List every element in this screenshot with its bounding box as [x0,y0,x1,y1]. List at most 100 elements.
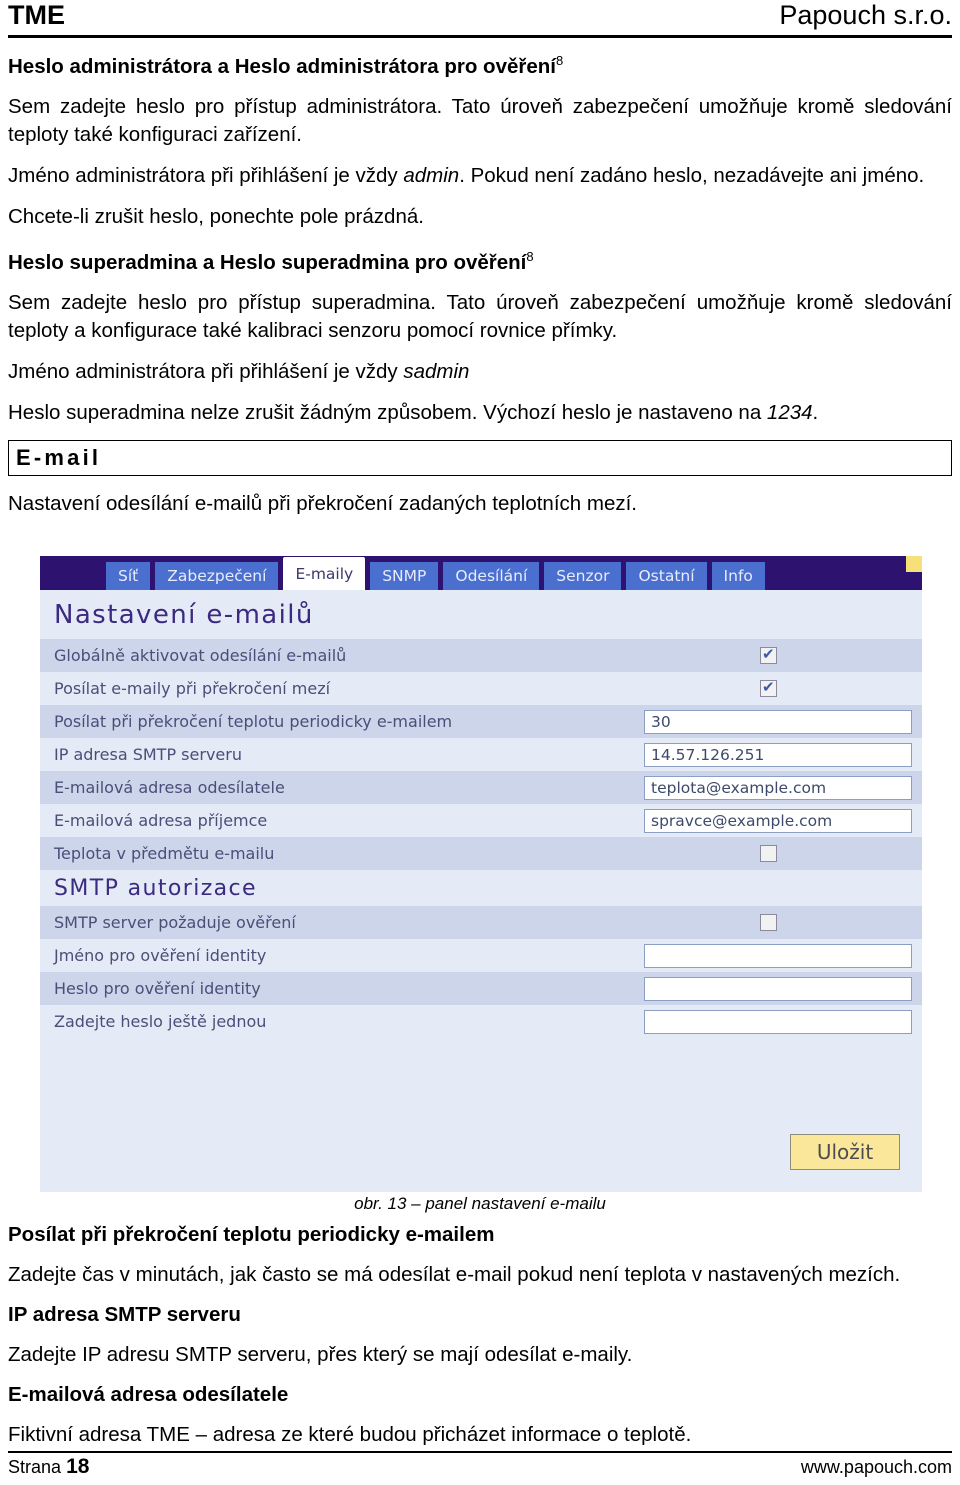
row-control [644,943,914,968]
row-temp-in-subject: Teplota v předmětu e-mailu [40,837,922,870]
tab-zabezpeceni[interactable]: Zabezpečení [155,562,279,590]
heading-superadmin-conj: a [197,250,220,274]
paragraph-smtp-ip: Zadejte IP adresu SMTP serveru, přes kte… [8,1343,633,1366]
page-word: Strana [8,1457,62,1477]
row-global-enable: Globálně aktivovat odesílání e-mailů [40,639,922,672]
superadmin-username-value: sadmin [403,359,470,383]
row-label: Heslo pro ověření identity [54,979,261,998]
input-sender-email[interactable]: teplota@example.com [644,775,912,800]
checkbox-smtp-requires-auth[interactable] [760,914,777,931]
paragraph-admin-1: Sem zadejte heslo pro přístup administrá… [8,94,952,146]
row-sender-email: E-mailová adresa odesílatele teplota@exa… [40,771,922,804]
input-periodic-interval[interactable]: 30 [644,709,912,734]
input-auth-username[interactable] [644,943,912,968]
row-smtp-ip: IP adresa SMTP serveru 14.57.126.251 [40,738,922,771]
tab-ostatni[interactable]: Ostatní [626,562,707,590]
section-heading-email: E-mail [8,439,952,476]
heading-sender-email: E-mailová adresa odesílatele [8,1383,289,1406]
heading-superadmin-part2: Heslo superadmina pro ověření [219,250,527,274]
row-send-on-limit: Posílat e-maily při překročení mezí [40,672,922,705]
heading-smtp-ip: IP adresa SMTP serveru [8,1303,241,1326]
footnote-marker: 8 [555,53,564,68]
screenshot-panel-body: Nastavení e-mailů Globálně aktivovat ode… [40,590,922,1192]
heading-admin-conj: a [211,54,235,78]
checkbox-send-on-limit[interactable] [760,678,777,697]
corner-accent-marker [906,556,922,572]
document-bottom-section: Posílat při překročení teplotu periodick… [8,1222,952,1462]
heading-superadmin-part1: Heslo superadmina [8,250,198,274]
tab-label: E-maily [295,564,354,583]
paragraph-superadmin-3-b: . [812,400,819,424]
tab-label: Senzor [556,567,610,585]
figure-caption: obr. 13 – panel nastavení e-mailu [354,1194,606,1213]
paragraph-sender-email: Fiktivní adresa TME – adresa ze které bu… [8,1423,692,1446]
page-number: 18 [66,1455,90,1478]
tab-label: Info [723,567,753,585]
paragraph-superadmin-3: Heslo superadmina nelze zrušit žádným zp… [8,399,952,427]
tab-odesilani[interactable]: Odesílání [443,562,540,590]
paragraph-periodic-email: Zadejte čas v minutách, jak často se má … [8,1263,901,1286]
input-smtp-server-ip[interactable]: 14.57.126.251 [644,742,912,767]
tab-snmp[interactable]: SNMP [370,562,439,590]
row-control: 30 [644,709,914,734]
screenshot-tabbar: Síť Zabezpečení E-maily SNMP Odesílání S… [40,556,922,590]
superadmin-default-password: 1234 [766,400,813,424]
page-header: TME Papouch s.r.o. [8,0,952,38]
paragraph-admin-2-a: Jméno administrátora při přihlášení je v… [8,163,404,187]
panel-title-smtp-auth: SMTP autorizace [54,876,257,901]
figure-email-settings-screenshot: Síť Zabezpečení E-maily SNMP Odesílání S… [40,556,922,1192]
paragraph-admin-2-b: . Pokud není zadáno heslo, nezadávejte a… [459,163,925,187]
checkbox-temp-in-subject[interactable] [760,845,777,862]
footer-url: www.papouch.com [800,1456,952,1477]
row-label: Jméno pro ověření identity [54,946,267,965]
row-control [644,1009,914,1034]
paragraph-superadmin-2-a: Jméno administrátora při přihlášení je v… [8,359,404,383]
section-heading-email-label: E-mail [16,444,102,470]
header-company-name: Papouch s.r.o. [779,0,952,30]
page-number-block: Strana 18 [8,1455,89,1479]
heading-admin-password: Heslo administrátora a Heslo administrát… [8,48,952,80]
row-periodic-interval: Posílat při překročení teplotu periodick… [40,705,922,738]
tab-sit[interactable]: Síť [106,562,151,590]
row-control [644,678,914,697]
row-label: Zadejte heslo ještě jednou [54,1012,267,1031]
tab-senzor[interactable]: Senzor [544,562,622,590]
tab-label: SNMP [382,567,427,585]
tab-label: Ostatní [638,567,695,585]
panel-footer-area: Uložit [40,1042,922,1192]
row-auth-password-confirm: Zadejte heslo ještě jednou [40,1005,922,1038]
paragraph-superadmin-1: Sem zadejte heslo pro přístup superadmin… [8,290,952,342]
row-label: Globálně aktivovat odesílání e-mailů [54,646,347,665]
row-recipient-email: E-mailová adresa příjemce spravce@exampl… [40,804,922,837]
save-button[interactable]: Uložit [790,1134,900,1170]
paragraph-admin-2: Jméno administrátora při přihlášení je v… [8,162,952,190]
admin-username-value: admin [403,163,460,187]
heading-superadmin-password: Heslo superadmina a Heslo superadmina pr… [8,244,952,276]
tab-label: Odesílání [455,567,528,585]
row-control: 14.57.126.251 [644,742,914,767]
row-smtp-requires-auth: SMTP server požaduje ověření [40,906,922,939]
row-label: SMTP server požaduje ověření [54,913,296,932]
input-auth-password-confirm[interactable] [644,1009,912,1034]
paragraph-admin-3: Chcete-li zrušit heslo, ponechte pole pr… [8,204,424,228]
checkbox-global-enable[interactable] [760,645,777,664]
paragraph-superadmin-3-a: Heslo superadmina nelze zrušit žádným zp… [8,400,767,424]
row-control: teplota@example.com [644,775,914,800]
document-content: Heslo administrátora a Heslo administrát… [8,48,952,531]
row-label: Posílat při překročení teplotu periodick… [54,712,453,731]
tab-emaily[interactable]: E-maily [283,557,366,590]
row-label: Teplota v předmětu e-mailu [54,844,275,863]
tab-info[interactable]: Info [711,562,765,590]
panel-title-email-settings: Nastavení e-mailů [54,600,314,630]
input-recipient-email[interactable]: spravce@example.com [644,808,912,833]
row-control [644,914,914,931]
row-auth-password: Heslo pro ověření identity [40,972,922,1005]
heading-admin-password-part1: Heslo administrátora [8,54,212,78]
row-label: IP adresa SMTP serveru [54,745,242,764]
row-control [644,645,914,664]
row-control: spravce@example.com [644,808,914,833]
input-auth-password[interactable] [644,976,912,1001]
heading-periodic-email: Posílat při překročení teplotu periodick… [8,1223,495,1246]
row-auth-username: Jméno pro ověření identity [40,939,922,972]
heading-admin-password-part2: Heslo administrátora pro ověření [234,54,556,78]
